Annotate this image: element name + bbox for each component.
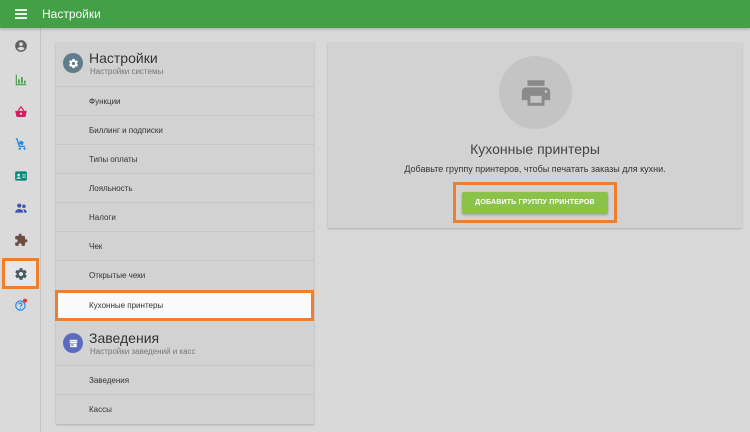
menu-item-taxes[interactable]: Налоги <box>56 202 314 231</box>
section-subtitle: Настройки системы <box>90 67 164 76</box>
sidebar-item-account[interactable] <box>4 32 37 60</box>
add-printer-group-button[interactable]: ДОБАВИТЬ ГРУППУ ПРИНТЕРОВ <box>462 191 608 214</box>
sidebar-item-help[interactable] <box>4 291 37 319</box>
store-icon <box>63 333 83 353</box>
kitchen-printers-panel: Кухонные принтеры Добавьте группу принте… <box>328 42 742 228</box>
section-title: Настройки <box>89 50 158 66</box>
menu-item-kitchen-printers[interactable]: Кухонные принтеры <box>55 290 314 321</box>
section-header-stores: Заведения Настройки заведений и касс <box>56 322 314 366</box>
panel-title: Кухонные принтеры <box>470 141 600 157</box>
printer-icon-circle <box>499 56 572 129</box>
sidebar-item-inventory[interactable] <box>4 130 37 158</box>
menu-item-pos-devices[interactable]: Кассы <box>56 394 314 423</box>
menu-item-receipt[interactable]: Чек <box>56 231 314 260</box>
section-header-system: Настройки Настройки системы <box>56 42 314 86</box>
printer-icon <box>521 79 550 106</box>
menu-item-payment-types[interactable]: Типы оплаты <box>56 144 314 173</box>
menu-item-open-tickets[interactable]: Открытые чеки <box>56 260 314 289</box>
bar-chart-icon <box>15 74 26 86</box>
sidebar-item-items[interactable] <box>4 98 37 126</box>
section-title: Заведения <box>89 330 160 346</box>
id-card-icon <box>14 171 27 181</box>
basket-icon <box>14 105 27 117</box>
help-icon <box>14 298 27 311</box>
cart-icon <box>15 138 26 150</box>
menu-item-features[interactable]: Функции <box>56 86 314 115</box>
page-title: Настройки <box>42 7 101 21</box>
sidebar-item-integrations[interactable] <box>4 226 37 254</box>
people-icon <box>14 203 27 213</box>
gear-icon <box>63 53 83 73</box>
section-subtitle: Настройки заведений и касс <box>90 347 196 356</box>
menu-item-loyalty[interactable]: Лояльность <box>56 173 314 202</box>
menu-item-billing[interactable]: Биллинг и подписки <box>56 115 314 144</box>
gear-icon <box>14 267 27 280</box>
menu-item-stores[interactable]: Заведения <box>56 365 314 394</box>
top-app-bar: Настройки <box>0 0 750 28</box>
puzzle-icon <box>14 233 27 246</box>
sidebar-item-employees[interactable] <box>4 162 37 190</box>
sidebar-item-settings[interactable] <box>2 258 39 289</box>
panel-description: Добавьте группу принтеров, чтобы печатат… <box>404 164 666 174</box>
hamburger-icon[interactable] <box>15 9 29 19</box>
account-circle-icon <box>14 40 27 52</box>
settings-menu-card: Настройки Настройки системы Функции Билл… <box>55 42 314 424</box>
sidebar-item-reports[interactable] <box>4 66 37 94</box>
sidebar <box>0 28 41 432</box>
add-button-highlight: ДОБАВИТЬ ГРУППУ ПРИНТЕРОВ <box>453 182 617 223</box>
sidebar-item-customers[interactable] <box>4 194 37 222</box>
